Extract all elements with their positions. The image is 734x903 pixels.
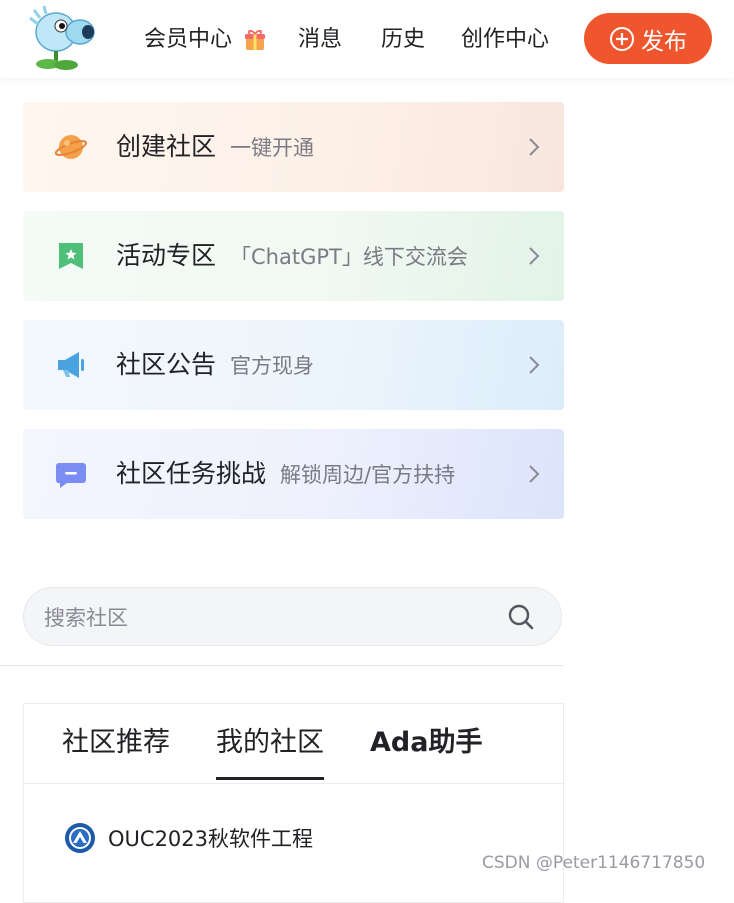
message-icon	[55, 463, 86, 488]
community-logo-icon	[65, 823, 95, 853]
list-item[interactable]: OUC2023秋软件工程	[64, 821, 313, 855]
megaphone-icon	[58, 352, 84, 378]
community-tabs-panel: 社区推荐 我的社区 Ada助手 OUC2023秋软件工程	[23, 703, 564, 903]
card-create-community[interactable]: 创建社区 一键开通	[23, 102, 564, 192]
nav-history[interactable]: 历史	[381, 22, 425, 58]
plus-circle-icon	[610, 26, 634, 51]
chevron-right-icon	[529, 138, 540, 156]
nav-messages[interactable]: 消息	[298, 22, 342, 58]
top-header: 会员中心 消息 历史 创作中心 发布	[0, 0, 734, 78]
search-icon[interactable]	[506, 602, 536, 632]
card-announcement[interactable]: 社区公告 官方现身	[23, 320, 564, 410]
card-subtitle: 「ChatGPT」线下交流会	[230, 245, 468, 269]
community-name: OUC2023秋软件工程	[108, 827, 314, 851]
card-subtitle: 一键开通	[230, 136, 315, 160]
tab-bar: 社区推荐 我的社区 Ada助手	[24, 704, 563, 784]
gift-icon	[245, 30, 266, 50]
nav-vip-center[interactable]: 会员中心	[144, 22, 267, 58]
watermark: CSDN @Peter1146717850	[482, 853, 706, 873]
nav-creator-center[interactable]: 创作中心	[461, 22, 549, 58]
card-activity-zone[interactable]: 活动专区 「ChatGPT」线下交流会	[23, 211, 564, 301]
search-input[interactable]	[42, 598, 486, 638]
avatar[interactable]	[28, 4, 100, 72]
card-title: 创建社区	[116, 132, 217, 161]
chevron-right-icon	[529, 247, 540, 265]
community-search	[23, 587, 562, 646]
card-title: 社区公告	[116, 350, 217, 379]
planet-icon	[55, 135, 87, 159]
chevron-right-icon	[529, 356, 540, 374]
card-title: 社区任务挑战	[116, 459, 267, 488]
card-title: 活动专区	[116, 241, 217, 270]
card-subtitle: 解锁周边/官方扶持	[280, 463, 456, 487]
nav-vip-center-label: 会员中心	[144, 27, 233, 52]
tab-recommended[interactable]: 社区推荐	[62, 724, 170, 762]
card-community-tasks[interactable]: 社区任务挑战 解锁周边/官方扶持	[23, 429, 564, 519]
tab-ada-assistant[interactable]: Ada助手	[370, 724, 482, 762]
publish-button[interactable]: 发布	[584, 13, 712, 64]
card-subtitle: 官方现身	[230, 354, 315, 378]
flag-icon	[59, 243, 83, 269]
chevron-right-icon	[529, 465, 540, 483]
divider	[0, 665, 564, 666]
publish-label: 发布	[641, 28, 687, 55]
tab-my-community[interactable]: 我的社区	[216, 724, 324, 780]
